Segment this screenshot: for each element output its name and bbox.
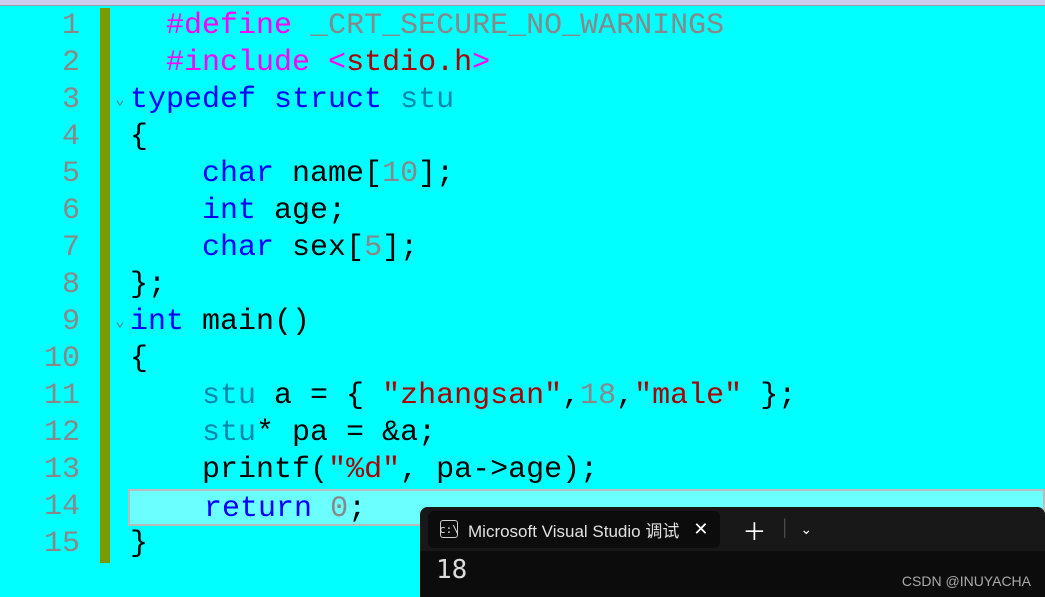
code-line: { — [130, 341, 1045, 378]
code-line: printf("%d", pa->age); — [130, 452, 1045, 489]
code-line: }; — [130, 267, 1045, 304]
top-border — [0, 0, 1045, 6]
code-line: stu a = { "zhangsan",18,"male" }; — [130, 378, 1045, 415]
line-number: 7 — [0, 230, 80, 267]
code-line: #define _CRT_SECURE_NO_WARNINGS — [130, 8, 1045, 45]
line-number: 12 — [0, 415, 80, 452]
line-number: 15 — [0, 526, 80, 563]
line-number: 5 — [0, 156, 80, 193]
line-number: 4 — [0, 119, 80, 156]
line-number: 13 — [0, 452, 80, 489]
fold-column: ⌄ ⌄ — [110, 0, 130, 597]
code-line: char name[10]; — [130, 156, 1045, 193]
code-line: int main() — [130, 304, 1045, 341]
code-line: int age; — [130, 193, 1045, 230]
terminal-window: c:\ Microsoft Visual Studio 调试 ✕ ＋ │ ⌄ 1… — [420, 507, 1045, 597]
watermark: CSDN @INUYACHA — [902, 573, 1031, 589]
fold-icon[interactable]: ⌄ — [115, 82, 125, 119]
code-line: char sex[5]; — [130, 230, 1045, 267]
line-number: 14 — [0, 489, 80, 526]
add-tab-button[interactable]: ＋ — [728, 512, 780, 547]
terminal-icon: c:\ — [440, 520, 458, 538]
change-indicator — [100, 8, 110, 563]
line-number-gutter: 1 2 3 4 5 6 7 8 9 10 11 12 13 14 15 — [0, 0, 100, 597]
terminal-tab-bar: c:\ Microsoft Visual Studio 调试 ✕ ＋ │ ⌄ — [420, 507, 1045, 551]
code-line: { — [130, 119, 1045, 156]
line-number: 10 — [0, 341, 80, 378]
terminal-tab[interactable]: c:\ Microsoft Visual Studio 调试 ✕ — [428, 511, 720, 548]
code-line: #include <stdio.h> — [130, 45, 1045, 82]
line-number: 1 — [0, 8, 80, 45]
line-number: 6 — [0, 193, 80, 230]
code-line: typedef struct stu — [130, 82, 1045, 119]
line-number: 8 — [0, 267, 80, 304]
fold-icon[interactable]: ⌄ — [115, 304, 125, 341]
code-line: stu* pa = &a; — [130, 415, 1045, 452]
line-number: 2 — [0, 45, 80, 82]
line-number: 11 — [0, 378, 80, 415]
line-number: 3 — [0, 82, 80, 119]
line-number: 9 — [0, 304, 80, 341]
tab-dropdown-icon[interactable]: ⌄ — [790, 521, 822, 538]
terminal-tab-title: Microsoft Visual Studio 调试 — [468, 517, 679, 542]
close-icon[interactable]: ✕ — [693, 519, 708, 540]
